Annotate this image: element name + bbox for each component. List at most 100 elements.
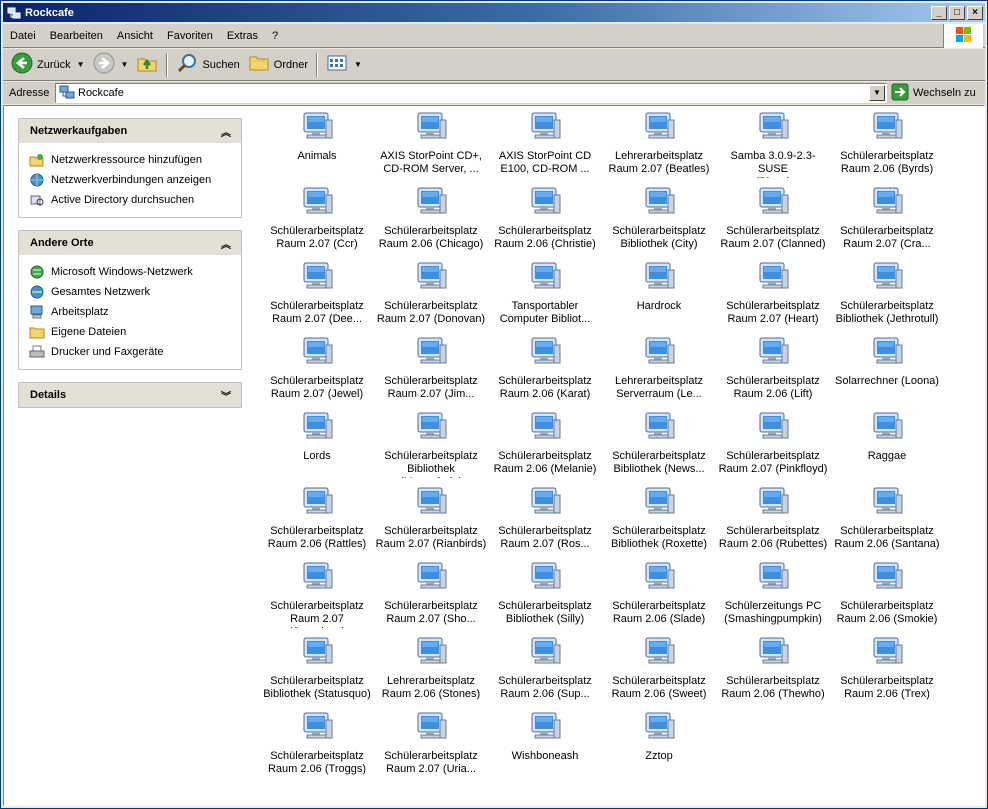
computer-icon (756, 335, 790, 369)
close-button[interactable]: × (967, 5, 983, 20)
computer-item[interactable]: Schülerarbeitsplatz Raum 2.07 (Donovan) (374, 258, 488, 333)
computer-item[interactable]: Schülerarbeitsplatz Raum 2.07 (Jewel) (260, 333, 374, 408)
computer-icon (870, 635, 904, 669)
computer-label: Schülerarbeitsplatz Raum 2.07 (Clanned) (720, 225, 826, 250)
computer-item[interactable]: Schülerarbeitsplatz Bibliothek (Roxette) (602, 483, 716, 558)
computer-icon (414, 635, 448, 669)
computer-item[interactable]: Schülerarbeitsplatz Raum 2.06 (Chicago) (374, 183, 488, 258)
place-my-computer[interactable]: Arbeitsplatz (29, 302, 231, 322)
network-tasks-header[interactable]: Netzwerkaufgaben ︽ (19, 119, 241, 143)
computer-item[interactable]: Schülerarbeitsplatz Raum 2.07 (Uria... (374, 708, 488, 783)
computer-label: Schülerarbeitsplatz Raum 2.06 (Slade) (612, 600, 706, 625)
menu-extras[interactable]: Extras (220, 25, 265, 47)
address-dropdown-icon[interactable]: ▼ (869, 85, 885, 101)
computer-item[interactable]: Lehrerarbeitsplatz Raum 2.06 (Stones) (374, 633, 488, 708)
computer-item[interactable]: Schülerarbeitsplatz Bibliothek (Statusqu… (260, 633, 374, 708)
details-header[interactable]: Details ︾ (19, 383, 241, 407)
search-button[interactable]: Suchen (172, 51, 243, 79)
back-button[interactable]: Zurück ▼ (7, 51, 89, 79)
computer-item[interactable]: Schülerarbeitsplatz Raum 2.06 (Melanie) (488, 408, 602, 483)
place-label: Microsoft Windows-Netzwerk (51, 266, 193, 278)
computer-item[interactable]: Schülerarbeitsplatz Raum 2.06 (Rubettes) (716, 483, 830, 558)
menu-help[interactable]: ? (265, 25, 285, 47)
computer-icon (756, 410, 790, 444)
menu-ansicht[interactable]: Ansicht (110, 25, 160, 47)
back-dropdown-icon[interactable]: ▼ (77, 60, 85, 69)
computer-item[interactable]: Schülerarbeitsplatz Raum 2.07 (Heart) (716, 258, 830, 333)
computer-item[interactable]: Schülerarbeitsplatz Raum 2.07 (Ros... (488, 483, 602, 558)
window-title: Rockcafe (25, 6, 74, 19)
place-printers[interactable]: Drucker und Faxgeräte (29, 342, 231, 362)
computer-item[interactable]: Schülerzeitungs PC (Smashingpumpkin) (716, 558, 830, 633)
computer-item[interactable]: Hardrock (602, 258, 716, 333)
computer-item[interactable]: Schülerarbeitsplatz Raum 2.07 (Sho... (374, 558, 488, 633)
computer-item[interactable]: Schülerarbeitsplatz Bibliothek (City) (602, 183, 716, 258)
computer-item[interactable]: Schülerarbeitsplatz Bibliothek (Marmelad… (374, 408, 488, 483)
computer-icon (870, 485, 904, 519)
views-dropdown-icon[interactable]: ▼ (354, 60, 362, 69)
computer-item[interactable]: Schülerarbeitsplatz Raum 2.07 (Dee... (260, 258, 374, 333)
computer-item[interactable]: Schülerarbeitsplatz Raum 2.06 (Karat) (488, 333, 602, 408)
computer-item[interactable]: Schülerarbeitsplatz Raum 2.07 (Rianbirds… (374, 483, 488, 558)
task-search-ad[interactable]: Active Directory durchsuchen (29, 190, 231, 210)
views-button[interactable]: ▼ (322, 51, 366, 79)
place-entire-network[interactable]: Gesamtes Netzwerk (29, 282, 231, 302)
other-places-header[interactable]: Andere Orte ︽ (19, 231, 241, 255)
computer-item[interactable]: Animals (260, 108, 374, 183)
computer-item[interactable]: Schülerarbeitsplatz Raum 2.06 (Slade) (602, 558, 716, 633)
title-bar[interactable]: Rockcafe _ □ × (3, 3, 985, 22)
computer-item[interactable]: Schülerarbeitsplatz Raum 2.06 (Rattles) (260, 483, 374, 558)
computer-item[interactable]: Schülerarbeitsplatz Raum 2.06 (Christie) (488, 183, 602, 258)
computer-item[interactable]: Schülerarbeitsplatz Raum 2.07 (Ccr) (260, 183, 374, 258)
collapse-chevron-icon[interactable]: ︽ (221, 236, 231, 251)
computer-item[interactable]: Schülerarbeitsplatz Raum 2.06 (Troggs) (260, 708, 374, 783)
computer-item[interactable]: Lehrerarbeitsplatz Serverraum (Le... (602, 333, 716, 408)
place-my-documents[interactable]: Eigene Dateien (29, 322, 231, 342)
computer-item[interactable]: Tansportabler Computer Bibliot... (488, 258, 602, 333)
computer-item[interactable]: Schülerarbeitsplatz Raum 2.06 (Byrds) (830, 108, 944, 183)
computer-item[interactable]: AXIS StorPoint CD+, CD-ROM Server, ... (374, 108, 488, 183)
computer-item[interactable]: Schülerarbeitsplatz Raum 2.07 (Clanned) (716, 183, 830, 258)
expand-chevron-icon[interactable]: ︾ (221, 388, 231, 403)
folders-button[interactable]: Ordner (244, 51, 312, 79)
computer-item[interactable]: Zztop (602, 708, 716, 783)
computer-item[interactable]: Raggae (830, 408, 944, 483)
minimize-button[interactable]: _ (931, 5, 947, 20)
computer-item[interactable]: Schülerarbeitsplatz Raum 2.06 (Thewho) (716, 633, 830, 708)
address-input[interactable]: Rockcafe ▼ (55, 83, 887, 103)
computer-item[interactable]: Schülerarbeitsplatz Raum 2.07 (Cra... (830, 183, 944, 258)
computer-item[interactable]: Schülerarbeitsplatz Raum 2.06 (Trex) (830, 633, 944, 708)
go-button[interactable]: Wechseln zu (891, 83, 976, 103)
computer-item[interactable]: AXIS StorPoint CD E100, CD-ROM ... (488, 108, 602, 183)
forward-dropdown-icon[interactable]: ▼ (121, 60, 129, 69)
place-windows-network[interactable]: Microsoft Windows-Netzwerk (29, 262, 231, 282)
computer-item[interactable]: Solarrechner (Loona) (830, 333, 944, 408)
computer-item[interactable]: Schülerarbeitsplatz Raum 2.06 (Sup... (488, 633, 602, 708)
computer-item[interactable]: Schülerarbeitsplatz Bibliothek (Jethrotu… (830, 258, 944, 333)
task-add-network-resource[interactable]: Netzwerkressource hinzufügen (29, 150, 231, 170)
computer-item[interactable]: Schülerarbeitsplatz Raum 2.07 (Pinkfloyd… (716, 408, 830, 483)
computer-item[interactable]: Schülerarbeitsplatz Raum 2.07 (Jim... (374, 333, 488, 408)
computer-icon (414, 710, 448, 744)
computer-item[interactable]: Samba 3.0.9-2.3-SUSE (Blues) (716, 108, 830, 183)
computer-item[interactable]: Schülerarbeitsplatz Raum 2.06 (Santana) (830, 483, 944, 558)
address-bar: Adresse Rockcafe ▼ Wechseln zu (3, 82, 985, 104)
computer-item[interactable]: Schülerarbeitsplatz Bibliothek (Silly) (488, 558, 602, 633)
computer-icon (756, 560, 790, 594)
computer-item[interactable]: Lords (260, 408, 374, 483)
forward-button[interactable]: ▼ (89, 51, 133, 79)
menu-datei[interactable]: Datei (3, 25, 43, 47)
computer-item[interactable]: Schülerarbeitsplatz Raum 2.07 (Scorpions… (260, 558, 374, 633)
collapse-chevron-icon[interactable]: ︽ (221, 124, 231, 139)
maximize-button[interactable]: □ (949, 5, 965, 20)
computer-item[interactable]: Schülerarbeitsplatz Bibliothek (News... (602, 408, 716, 483)
menu-favoriten[interactable]: Favoriten (160, 25, 220, 47)
computer-item[interactable]: Schülerarbeitsplatz Raum 2.06 (Lift) (716, 333, 830, 408)
computer-item[interactable]: Wishboneash (488, 708, 602, 783)
up-button[interactable] (132, 51, 162, 79)
menu-bearbeiten[interactable]: Bearbeiten (43, 25, 110, 47)
computer-item[interactable]: Schülerarbeitsplatz Raum 2.06 (Smokie) (830, 558, 944, 633)
computer-item[interactable]: Lehrerarbeitsplatz Raum 2.07 (Beatles) (602, 108, 716, 183)
task-show-connections[interactable]: Netzwerkverbindungen anzeigen (29, 170, 231, 190)
computer-item[interactable]: Schülerarbeitsplatz Raum 2.06 (Sweet) (602, 633, 716, 708)
